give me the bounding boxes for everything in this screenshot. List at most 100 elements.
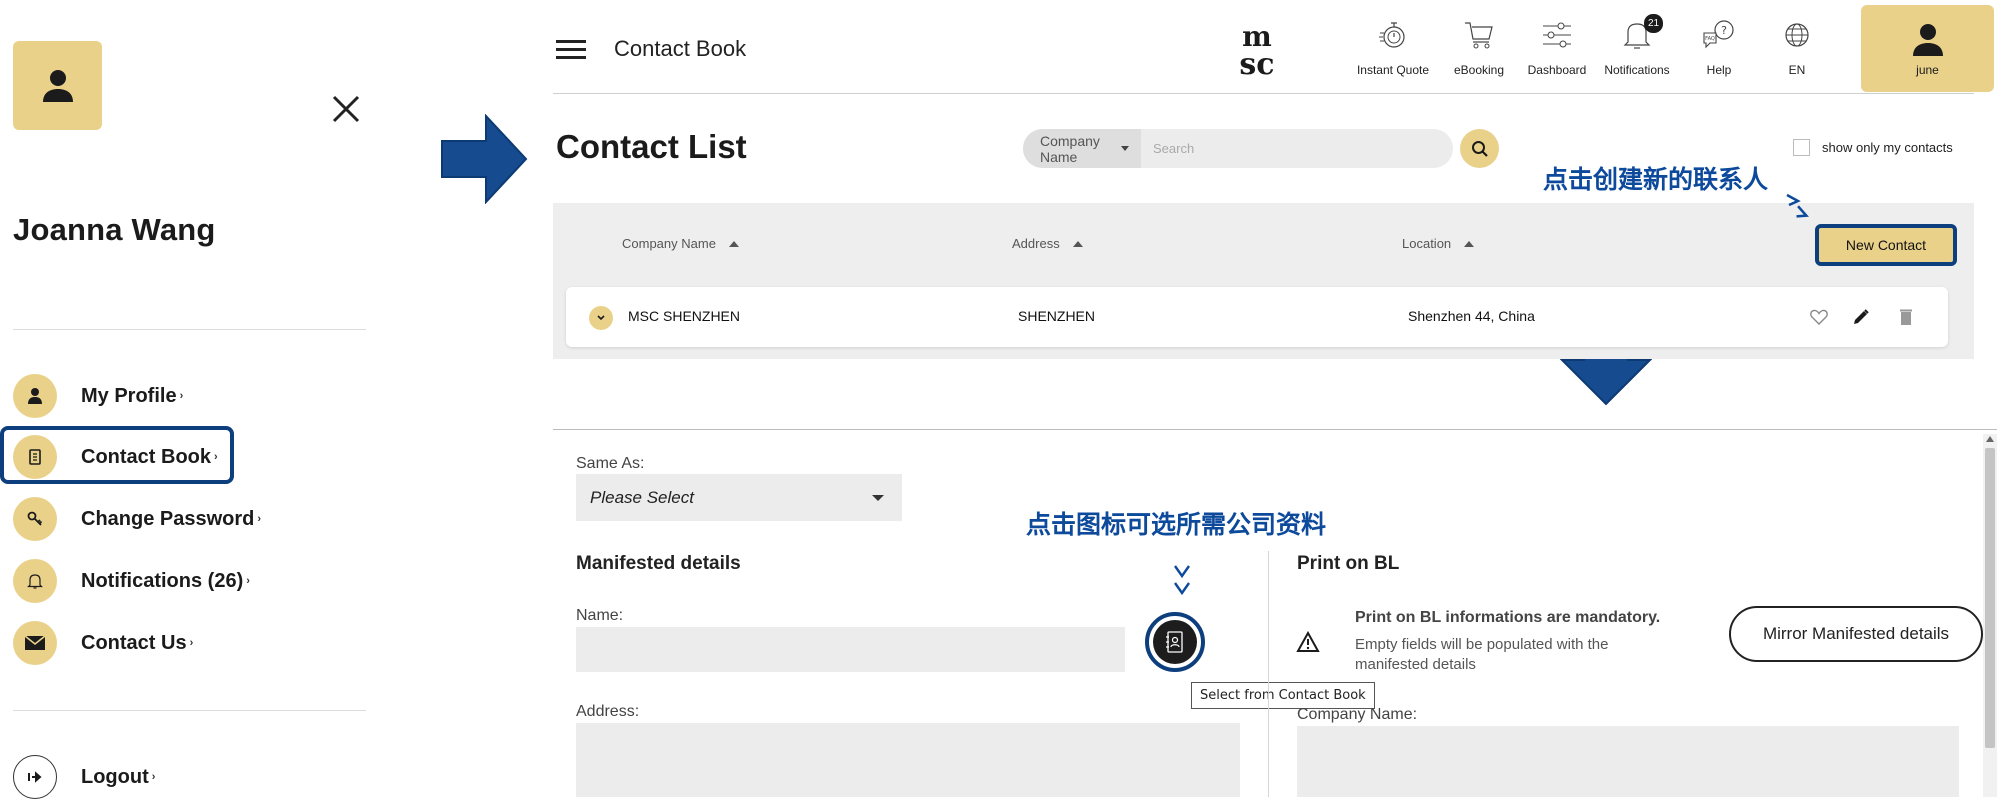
checkbox[interactable] xyxy=(1793,139,1810,156)
chevron-right-icon: › xyxy=(189,637,194,649)
print-on-bl-title: Print on BL xyxy=(1297,553,1400,574)
close-icon[interactable] xyxy=(327,90,365,128)
user-icon xyxy=(1912,23,1943,56)
user-icon xyxy=(42,69,73,102)
globe-icon xyxy=(1784,14,1810,56)
nav-label: Dashboard xyxy=(1527,63,1587,77)
arrow-right-icon xyxy=(441,114,528,204)
menu-label: My Profile xyxy=(81,384,177,407)
caret-down-icon xyxy=(872,495,884,501)
menu-item-contact-us[interactable]: Contact Us › xyxy=(13,620,193,666)
header-divider xyxy=(553,93,1974,94)
new-contact-button[interactable]: New Contact xyxy=(1815,224,1957,266)
search-bar: Company Name xyxy=(1023,129,1453,168)
nav-language[interactable]: EN xyxy=(1752,14,1842,77)
sliders-icon xyxy=(1541,14,1573,56)
notification-badge: 21 xyxy=(1644,14,1663,33)
chevron-right-icon: › xyxy=(246,575,250,587)
nav-label: Help xyxy=(1706,63,1732,77)
page-title: Contact Book xyxy=(614,36,747,61)
menu-item-my-profile[interactable]: My Profile › xyxy=(13,373,183,419)
chevron-right-icon: › xyxy=(257,513,262,525)
stopwatch-icon xyxy=(1378,14,1408,56)
tooltip: Select from Contact Book xyxy=(1191,682,1375,709)
user-account-button[interactable]: june xyxy=(1861,5,1994,92)
name-field[interactable] xyxy=(576,627,1125,672)
user-label: june xyxy=(1916,62,1939,77)
column-label: Address xyxy=(1012,236,1060,251)
logout-button[interactable]: Logout › xyxy=(13,754,155,800)
favorite-heart-icon[interactable] xyxy=(1808,306,1830,328)
edit-pencil-icon[interactable] xyxy=(1850,306,1872,328)
mirror-manifested-details-button[interactable]: Mirror Manifested details xyxy=(1729,606,1983,662)
annotation-select-icon: 点击图标可选所需公司资料 xyxy=(1026,511,1327,539)
bell-icon xyxy=(13,559,57,603)
envelope-icon xyxy=(13,621,57,665)
nav-ebooking[interactable]: eBooking xyxy=(1434,14,1524,77)
nav-help[interactable]: ? FAQ Help xyxy=(1674,14,1764,77)
search-field-select[interactable]: Company Name xyxy=(1023,129,1141,168)
highlight-frame-contact-book xyxy=(0,426,234,484)
nav-dashboard[interactable]: Dashboard xyxy=(1512,14,1602,77)
nav-notifications[interactable]: 21 Notifications xyxy=(1592,14,1682,77)
svg-text:?: ? xyxy=(1721,24,1727,37)
svg-text:FAQ: FAQ xyxy=(1705,36,1715,42)
column-header-address[interactable]: Address xyxy=(1012,236,1083,251)
logout-icon xyxy=(13,755,57,799)
sort-asc-icon xyxy=(728,240,739,247)
column-header-company-name[interactable]: Company Name xyxy=(622,236,739,251)
section-divider xyxy=(553,429,1997,430)
name-label: Name: xyxy=(576,607,624,624)
msc-logo[interactable]: m sc xyxy=(1225,20,1289,78)
nav-label: eBooking xyxy=(1453,63,1505,77)
contact-book-icon xyxy=(1153,620,1197,664)
cell-company: MSC SHENZHEN xyxy=(628,308,741,324)
divider xyxy=(13,329,366,330)
annotation-pointer-icon xyxy=(1784,193,1816,227)
cart-icon xyxy=(1463,14,1495,56)
sort-asc-icon xyxy=(1072,240,1083,247)
divider xyxy=(13,710,366,711)
user-name: Joanna Wang xyxy=(13,212,216,247)
key-icon xyxy=(13,497,57,541)
svg-text:sc: sc xyxy=(1239,47,1274,78)
same-as-value: Please Select xyxy=(590,487,694,507)
caret-down-icon xyxy=(1121,146,1129,151)
company-name-field[interactable] xyxy=(1297,726,1959,797)
table-row[interactable] xyxy=(566,287,1948,347)
search-input[interactable] xyxy=(1141,140,1435,157)
search-button[interactable] xyxy=(1460,129,1499,168)
nav-instant-quote[interactable]: Instant Quote xyxy=(1348,14,1438,77)
same-as-label: Same As: xyxy=(576,455,645,472)
warning-title: Print on BL informations are mandatory. xyxy=(1355,609,1661,626)
warning-icon xyxy=(1296,631,1320,653)
bell-icon: 21 xyxy=(1623,14,1663,56)
chevron-right-icon: › xyxy=(179,390,184,402)
hamburger-menu-icon[interactable] xyxy=(556,40,586,60)
warning-text: Empty fields will be populated with the … xyxy=(1355,636,1609,673)
menu-label: Contact Us xyxy=(81,631,187,654)
delete-trash-icon[interactable] xyxy=(1895,306,1917,328)
show-only-my-contacts-checkbox[interactable]: show only my contacts xyxy=(1793,139,1953,156)
scroll-up-icon[interactable] xyxy=(1986,436,1994,442)
cell-address: SHENZHEN xyxy=(1018,308,1096,324)
column-label: Company Name xyxy=(622,236,716,251)
user-icon xyxy=(13,374,57,418)
chevron-right-icon: › xyxy=(151,771,156,783)
scrollbar-thumb[interactable] xyxy=(1985,448,1995,748)
expand-row-button[interactable] xyxy=(589,306,613,330)
menu-item-notifications[interactable]: Notifications (26) › xyxy=(13,558,250,604)
menu-label: Notifications (26) xyxy=(81,569,244,592)
column-header-location[interactable]: Location xyxy=(1402,236,1475,251)
nav-label: Notifications xyxy=(1604,63,1670,77)
menu-item-change-password[interactable]: Change Password › xyxy=(13,496,261,542)
same-as-select[interactable]: Please Select xyxy=(576,474,902,521)
help-icon: ? FAQ xyxy=(1702,14,1736,56)
sort-asc-icon xyxy=(1464,240,1475,247)
search-icon xyxy=(1471,140,1488,157)
chevron-down-icon xyxy=(597,315,605,321)
select-from-contact-book-button[interactable] xyxy=(1145,612,1205,672)
address-field[interactable] xyxy=(576,723,1240,797)
address-label: Address: xyxy=(576,703,640,720)
profile-avatar xyxy=(13,41,102,130)
